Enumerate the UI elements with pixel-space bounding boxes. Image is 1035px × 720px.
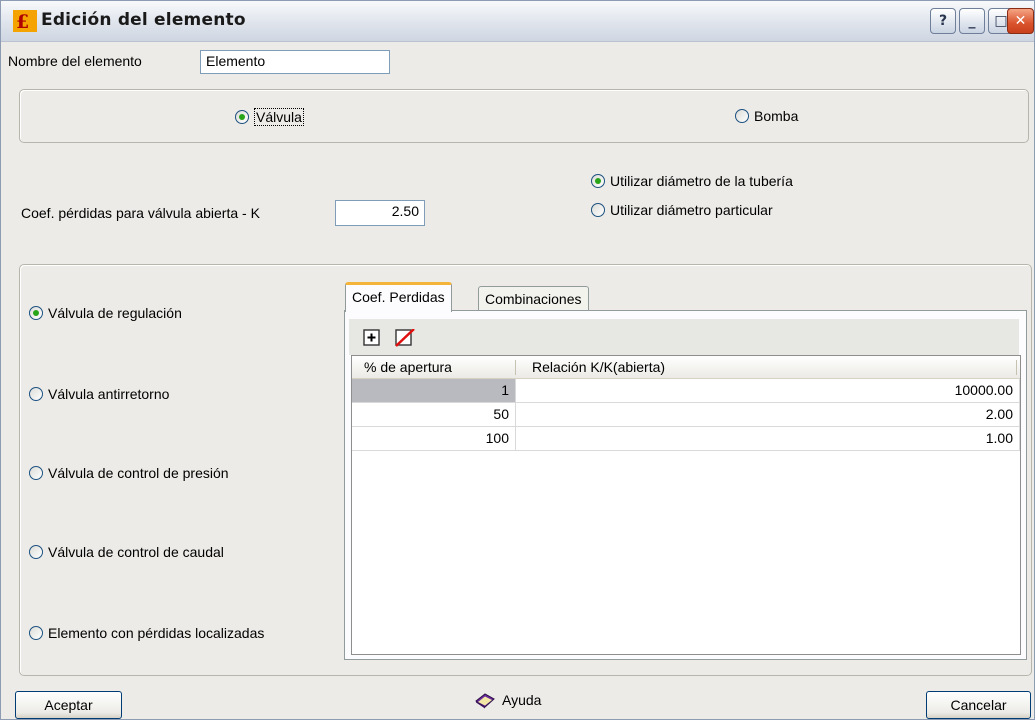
radio-valvula[interactable]: Válvula bbox=[235, 108, 304, 126]
radio-bomba[interactable]: Bomba bbox=[735, 108, 798, 124]
radio-control-caudal-label: Válvula de control de caudal bbox=[48, 544, 224, 560]
radio-valvula-regulacion-label: Válvula de regulación bbox=[48, 305, 182, 321]
radio-diametro-tuberia[interactable]: Utilizar diámetro de la tubería bbox=[591, 173, 793, 189]
table-row[interactable]: 50 2.00 bbox=[352, 403, 1020, 427]
table-row[interactable]: 100 1.00 bbox=[352, 427, 1020, 451]
cell-relacion[interactable]: 1.00 bbox=[516, 427, 1020, 450]
radio-diametro-particular-label: Utilizar diámetro particular bbox=[610, 202, 773, 218]
element-type-group bbox=[19, 89, 1029, 143]
radio-diametro-tuberia-label: Utilizar diámetro de la tubería bbox=[610, 173, 793, 189]
radio-unchecked-icon bbox=[29, 545, 43, 559]
radio-unchecked-icon bbox=[29, 626, 43, 640]
title-bar[interactable]: £ Edición del elemento ? _ □ ✕ bbox=[1, 1, 1034, 42]
svg-text:£: £ bbox=[16, 11, 29, 32]
coef-input[interactable]: 2.50 bbox=[335, 200, 425, 226]
help-link[interactable]: Ayuda bbox=[474, 691, 541, 709]
element-name-input[interactable]: Elemento bbox=[200, 50, 390, 74]
accept-button[interactable]: Aceptar bbox=[15, 691, 122, 719]
radio-unchecked-icon bbox=[29, 466, 43, 480]
window-title: Edición del elemento bbox=[41, 10, 246, 30]
radio-control-caudal[interactable]: Válvula de control de caudal bbox=[29, 544, 224, 560]
cell-relacion[interactable]: 2.00 bbox=[516, 403, 1020, 426]
element-name-label: Nombre del elemento bbox=[8, 53, 142, 69]
radio-valvula-label: Válvula bbox=[254, 108, 304, 126]
cell-apertura[interactable]: 1 bbox=[352, 379, 516, 402]
radio-valvula-regulacion[interactable]: Válvula de regulación bbox=[29, 305, 182, 321]
help-label: Ayuda bbox=[502, 692, 542, 708]
column-header-relacion[interactable]: Relación K/K(abierta) bbox=[516, 356, 1016, 378]
loss-coefficient-grid[interactable]: % de apertura Relación K/K(abierta) 1 10… bbox=[351, 355, 1021, 655]
radio-control-presion[interactable]: Válvula de control de presión bbox=[29, 465, 229, 481]
delete-row-icon[interactable] bbox=[395, 329, 415, 347]
cell-relacion[interactable]: 10000.00 bbox=[516, 379, 1020, 402]
cancel-button[interactable]: Cancelar bbox=[926, 691, 1031, 719]
radio-valvula-antirretorno-label: Válvula antirretorno bbox=[48, 386, 170, 402]
tab-panel-coef-perdidas: % de apertura Relación K/K(abierta) 1 10… bbox=[344, 310, 1027, 660]
help-titlebar-button[interactable]: ? bbox=[930, 8, 956, 34]
cell-apertura[interactable]: 50 bbox=[352, 403, 516, 426]
cell-apertura[interactable]: 100 bbox=[352, 427, 516, 450]
close-button[interactable]: ✕ bbox=[1007, 8, 1034, 34]
coef-label: Coef. pérdidas para válvula abierta - K bbox=[21, 205, 260, 221]
radio-checked-icon bbox=[591, 174, 605, 188]
tab-combinaciones[interactable]: Combinaciones bbox=[478, 286, 589, 310]
add-row-icon[interactable] bbox=[363, 329, 381, 347]
grid-toolbar bbox=[349, 319, 1019, 355]
radio-valvula-antirretorno[interactable]: Válvula antirretorno bbox=[29, 386, 169, 402]
radio-unchecked-icon bbox=[735, 109, 749, 123]
app-logo-icon: £ bbox=[13, 10, 37, 32]
radio-checked-icon bbox=[235, 110, 249, 124]
radio-perdidas-localizadas-label: Elemento con pérdidas localizadas bbox=[48, 625, 265, 641]
radio-perdidas-localizadas[interactable]: Elemento con pérdidas localizadas bbox=[29, 625, 264, 641]
radio-control-presion-label: Válvula de control de presión bbox=[48, 465, 229, 481]
radio-bomba-label: Bomba bbox=[754, 108, 799, 124]
radio-unchecked-icon bbox=[591, 203, 605, 217]
column-separator[interactable] bbox=[1016, 360, 1017, 375]
column-header-apertura[interactable]: % de apertura bbox=[352, 356, 515, 378]
grid-header: % de apertura Relación K/K(abierta) bbox=[352, 356, 1020, 379]
minimize-button[interactable]: _ bbox=[959, 8, 985, 34]
radio-unchecked-icon bbox=[29, 387, 43, 401]
dialog-window: £ Edición del elemento ? _ □ ✕ Nombre de… bbox=[0, 0, 1035, 720]
radio-checked-icon bbox=[29, 306, 43, 320]
radio-diametro-particular[interactable]: Utilizar diámetro particular bbox=[591, 202, 773, 218]
table-row[interactable]: 1 10000.00 bbox=[352, 379, 1020, 403]
help-book-icon bbox=[475, 693, 495, 709]
tab-coef-perdidas[interactable]: Coef. Perdidas bbox=[345, 282, 452, 312]
